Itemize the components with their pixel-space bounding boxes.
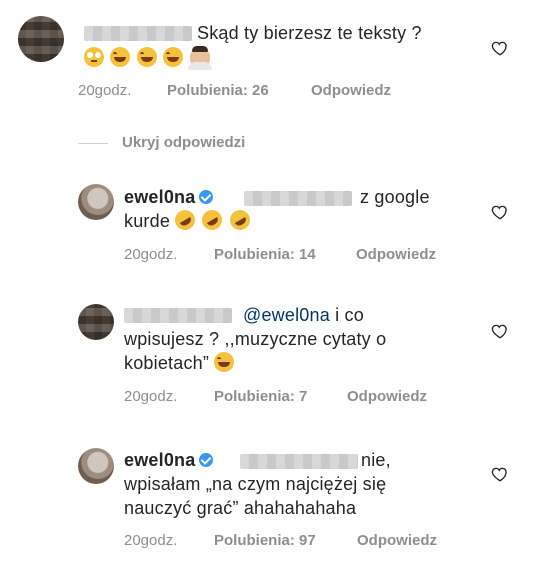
hide-replies-button[interactable]: Ukryj odpowiedzi <box>122 134 245 151</box>
verified-badge-icon <box>199 453 214 467</box>
reply-button[interactable]: Odpowiedz <box>311 82 391 99</box>
tears-of-joy-icon <box>214 352 235 372</box>
comment-text: kurde <box>124 206 254 234</box>
comment-text: wpisujesz ? ,,muzyczne cytaty o <box>124 329 387 349</box>
mention-blurred[interactable] <box>240 454 358 469</box>
reply-button[interactable]: Odpowiedz <box>356 246 436 263</box>
comment-text: Skąd ty bierzesz te teksty ? <box>197 23 422 43</box>
mention-link[interactable]: @ewel0na <box>243 305 330 325</box>
heart-icon[interactable] <box>491 39 509 57</box>
heart-icon[interactable] <box>491 322 509 340</box>
comment-text: kobietach” <box>124 351 236 375</box>
timestamp[interactable]: 20godz. <box>124 246 177 263</box>
rolling-on-the-floor-laughing-icon <box>225 206 254 234</box>
avatar[interactable] <box>78 184 114 220</box>
reply-button[interactable]: Odpowiedz <box>357 532 437 549</box>
comment-line: ewel0na <box>124 448 214 472</box>
tears-of-joy-icon <box>163 47 184 67</box>
avatar[interactable] <box>78 304 114 340</box>
timestamp[interactable]: 20godz. <box>124 388 177 405</box>
tears-of-joy-icon <box>136 47 157 67</box>
verified-badge-icon <box>199 190 214 204</box>
timestamp[interactable]: 20godz. <box>124 532 177 549</box>
likes-count[interactable]: Polubienia: 26 <box>167 82 269 99</box>
username[interactable]: ewel0na <box>124 187 195 207</box>
username[interactable]: ewel0na <box>124 450 195 470</box>
heart-icon[interactable] <box>491 203 509 221</box>
tears-of-joy-icon <box>110 47 131 67</box>
rolling-on-the-floor-laughing-icon <box>198 206 227 234</box>
mention-blurred[interactable] <box>244 191 352 206</box>
comment-line: @ewel0na i co <box>243 305 364 325</box>
comment-text: wpisałam „na czym najciężej się <box>124 474 387 494</box>
likes-count[interactable]: Polubienia: 14 <box>214 246 316 263</box>
rolling-on-the-floor-laughing-icon <box>171 206 199 234</box>
avatar[interactable] <box>18 16 64 62</box>
avatar[interactable] <box>78 448 114 484</box>
heart-icon[interactable] <box>491 465 509 483</box>
comment-emojis <box>84 46 212 70</box>
man-facepalming-icon <box>187 46 212 70</box>
reply-button[interactable]: Odpowiedz <box>347 388 427 405</box>
face-with-rolling-eyes-icon <box>84 47 104 67</box>
comment-line: ewel0na <box>124 185 214 209</box>
username-blurred[interactable] <box>84 26 192 41</box>
replies-divider <box>78 143 108 144</box>
username-blurred[interactable] <box>124 308 232 323</box>
comment-text: z google <box>360 187 430 207</box>
comment-text: nauczyć grać” ahahahahaha <box>124 498 357 518</box>
likes-count[interactable]: Polubienia: 7 <box>214 388 307 405</box>
comment-text: nie, <box>361 450 391 470</box>
likes-count[interactable]: Polubienia: 97 <box>214 532 316 549</box>
timestamp[interactable]: 20godz. <box>78 82 131 99</box>
